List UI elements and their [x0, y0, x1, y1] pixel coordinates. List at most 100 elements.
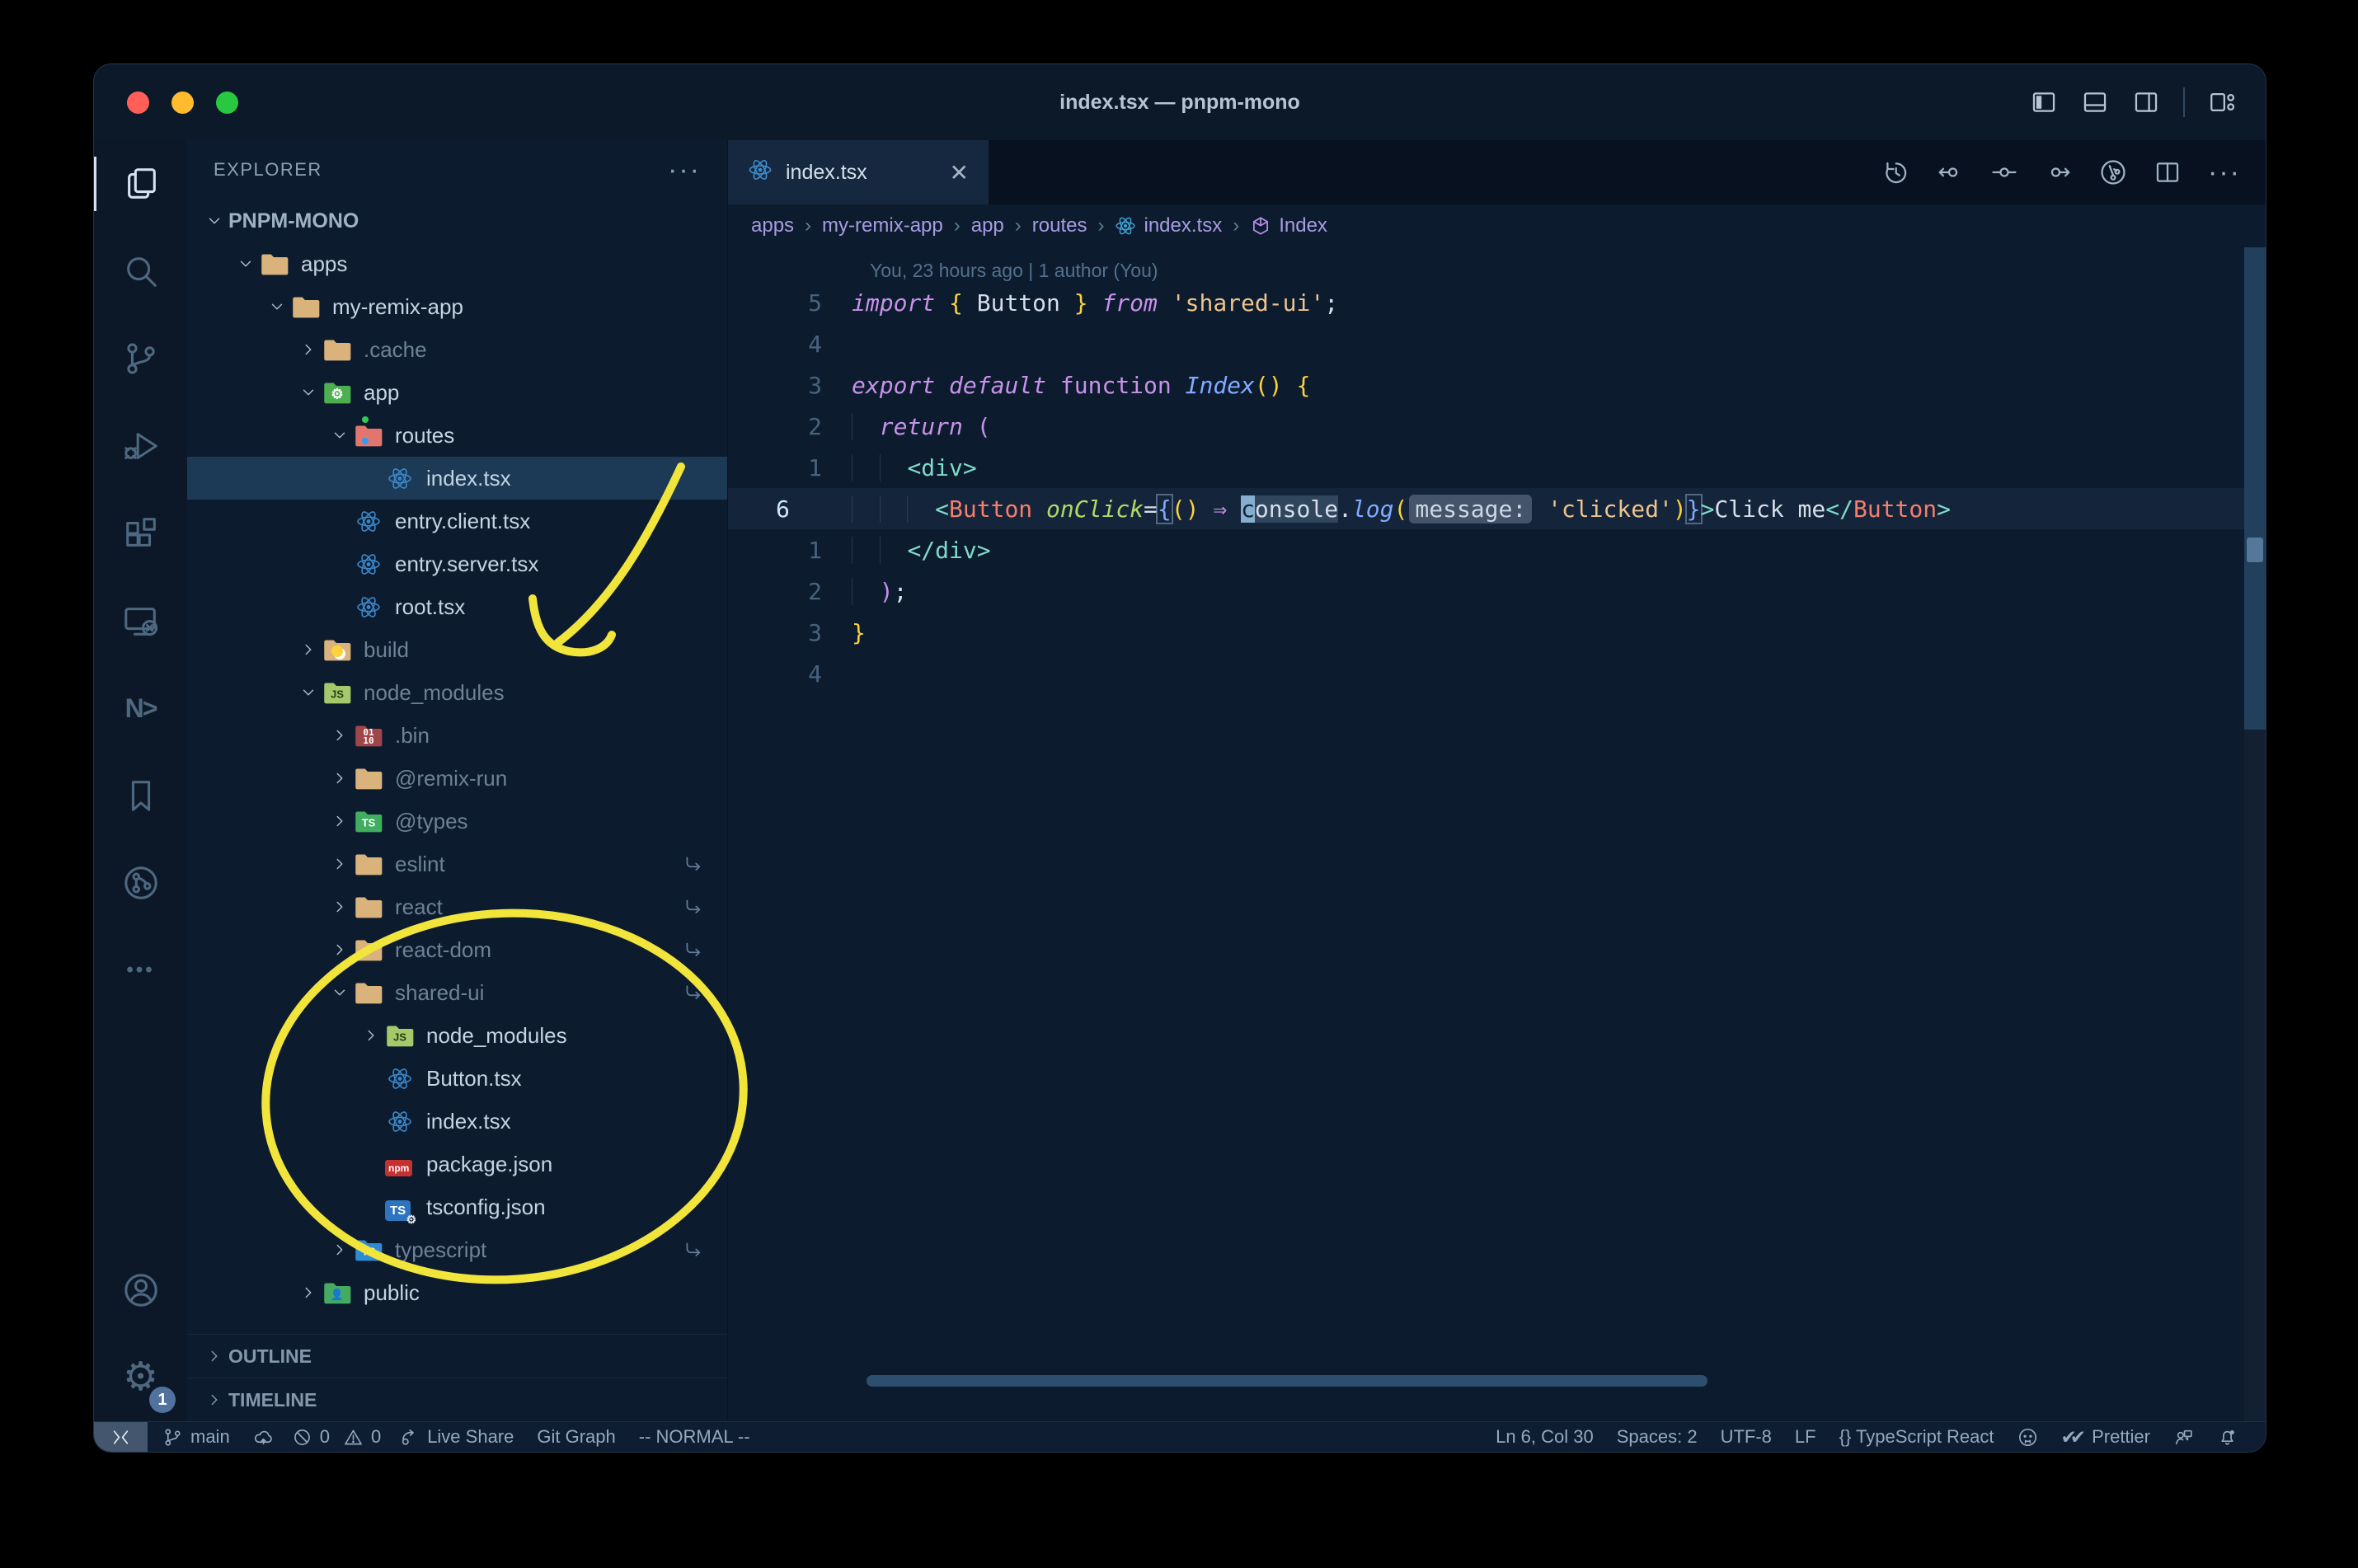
tree-item-node-modules[interactable]: JS node_modules: [187, 671, 727, 714]
status-remote-icon[interactable]: [94, 1422, 148, 1452]
tree-item-public[interactable]: 👤 public: [187, 1271, 727, 1314]
next-change-icon[interactable]: [2045, 158, 2073, 186]
breadcrumb-index-tsx[interactable]: index.tsx: [1115, 214, 1222, 237]
breadcrumb-routes[interactable]: routes: [1032, 214, 1087, 237]
close-tab-icon[interactable]: ✕: [950, 159, 969, 186]
activity-settings[interactable]: ⚙ 1: [94, 1334, 187, 1421]
horizontal-scrollbar[interactable]: [867, 1375, 1707, 1387]
activity-source-control[interactable]: [94, 315, 187, 402]
section-timeline[interactable]: TIMELINE: [187, 1378, 727, 1421]
status-feedback-icon[interactable]: [2162, 1422, 2205, 1452]
tree-item-routes[interactable]: routes: [187, 414, 727, 467]
activity-extensions[interactable]: [94, 490, 187, 577]
tree-item-shared-ui[interactable]: shared-ui: [187, 971, 727, 1014]
search-icon: [122, 252, 160, 290]
tree-item-tsconfig-json[interactable]: TS ⚙ tsconfig.json: [187, 1185, 727, 1228]
tree-item-entry-client-tsx[interactable]: entry.client.tsx: [187, 500, 727, 542]
split-editor-icon[interactable]: [2154, 158, 2182, 186]
activity-git-graph[interactable]: [94, 839, 187, 927]
react-icon: [354, 594, 383, 620]
tree-item--cache[interactable]: .cache: [187, 328, 727, 371]
tree-item-package-json[interactable]: npm package.json: [187, 1143, 727, 1185]
activity-accounts[interactable]: [94, 1246, 187, 1334]
toggle-secondary-sidebar-icon[interactable]: [2132, 88, 2160, 116]
tree-item-app[interactable]: ⚙ app: [187, 371, 727, 414]
status-bell-dot-icon[interactable]: [2205, 1422, 2249, 1452]
status-lf[interactable]: LF: [1783, 1422, 1828, 1452]
breadcrumb-my-remix-app[interactable]: my-remix-app: [822, 214, 943, 237]
editor-group: index.tsx ✕ ··· apps › my-remix-app › app › ro…: [728, 140, 2266, 1421]
minimize-window-button[interactable]: [171, 91, 194, 114]
status-ln-6-col-30[interactable]: Ln 6, Col 30: [1484, 1422, 1605, 1452]
react-icon: [748, 157, 773, 188]
status-prettier[interactable]: ✔✔ Prettier: [2050, 1422, 2162, 1452]
activity-bookmarks[interactable]: [94, 752, 187, 839]
tree-item-root-tsx[interactable]: root.tsx: [187, 585, 727, 628]
window-controls[interactable]: [127, 91, 238, 114]
activity-nx-console[interactable]: N>: [94, 664, 187, 752]
activity-explorer[interactable]: [94, 140, 187, 228]
tree-item-button-tsx[interactable]: Button.tsx: [187, 1057, 727, 1100]
tree-item-index-tsx[interactable]: index.tsx: [187, 1100, 727, 1143]
vertical-scrollbar[interactable]: [2244, 247, 2266, 1421]
react-icon: [354, 509, 383, 534]
status-spaces-2[interactable]: Spaces: 2: [1605, 1422, 1709, 1452]
status-cloud-upload-icon[interactable]: [242, 1422, 285, 1452]
git-graph-icon: [122, 864, 160, 902]
code-area[interactable]: You, 23 hours ago | 1 author (You) 5 impo…: [728, 247, 2266, 1421]
tab-index-tsx[interactable]: index.tsx ✕: [728, 140, 989, 204]
activity-remote-explorer[interactable]: [94, 577, 187, 664]
status-utf-8[interactable]: UTF-8: [1709, 1422, 1783, 1452]
status-0[interactable]: 0: [336, 1422, 388, 1452]
tree-item-react-dom[interactable]: react-dom: [187, 928, 727, 971]
breadcrumb-label: apps: [751, 214, 795, 237]
status-main[interactable]: main: [151, 1422, 242, 1452]
tree-item--bin[interactable]: 01 10 .bin: [187, 714, 727, 757]
customize-layout-icon[interactable]: [2208, 88, 2236, 116]
tree-item-label: index.tsx: [426, 1108, 511, 1134]
breadcrumb-apps[interactable]: apps: [751, 214, 794, 237]
history-icon[interactable]: [1881, 158, 1909, 186]
tree-item-eslint[interactable]: eslint: [187, 843, 727, 885]
activity-search[interactable]: [94, 228, 187, 315]
tree-item-react[interactable]: react: [187, 885, 727, 928]
line-number: 6: [776, 495, 790, 523]
close-window-button[interactable]: [127, 91, 149, 114]
explorer-more-actions-icon[interactable]: ···: [668, 154, 701, 186]
activity-more-views[interactable]: •••: [94, 927, 187, 1014]
line-number: 5: [808, 289, 822, 317]
tree-item-apps[interactable]: apps: [187, 242, 727, 285]
tree-item--remix-run[interactable]: @remix-run: [187, 757, 727, 800]
section-outline[interactable]: OUTLINE: [187, 1334, 727, 1378]
debug-icon: [122, 427, 160, 465]
breadcrumb-app[interactable]: app: [971, 214, 1004, 237]
status-octoface-icon[interactable]: [2006, 1422, 2050, 1452]
more-actions-icon[interactable]: ···: [2208, 157, 2241, 189]
status-git-graph[interactable]: Git Graph: [525, 1422, 627, 1452]
tree-item-typescript[interactable]: TS typescript: [187, 1228, 727, 1271]
live-share-icon: [399, 1427, 420, 1448]
feedback-icon: [2173, 1427, 2194, 1448]
folder-icon: [354, 894, 383, 920]
status-normal[interactable]: -- NORMAL --: [627, 1422, 762, 1452]
tree-item-build[interactable]: build: [187, 628, 727, 671]
code-line: 1 </div>: [728, 529, 2266, 570]
gitlens-icon[interactable]: [2099, 158, 2127, 186]
tree-item-entry-server-tsx[interactable]: entry.server.tsx: [187, 542, 727, 585]
tree-item-node-modules[interactable]: JS node_modules: [187, 1014, 727, 1057]
tree-item--types[interactable]: TS @types: [187, 800, 727, 843]
status-0[interactable]: 0: [285, 1422, 336, 1452]
status-live-share[interactable]: Live Share: [388, 1422, 525, 1452]
activity-run-debug[interactable]: [94, 402, 187, 490]
tree-item-my-remix-app[interactable]: my-remix-app: [187, 285, 727, 328]
zoom-window-button[interactable]: [216, 91, 238, 114]
toggle-sidebar-icon[interactable]: [2030, 88, 2058, 116]
tree-item-index-tsx[interactable]: index.tsx: [187, 457, 727, 500]
status-typescript-react[interactable]: {} TypeScript React: [1828, 1422, 2006, 1452]
breadcrumb-index[interactable]: Index: [1250, 214, 1327, 237]
toggle-panel-icon[interactable]: [2081, 88, 2109, 116]
prev-change-icon[interactable]: [1936, 158, 1964, 186]
tree-root-pnpm-mono[interactable]: PNPM-MONO: [187, 200, 727, 242]
code-line: 2 );: [728, 570, 2266, 612]
change-icon[interactable]: [1990, 158, 2018, 186]
